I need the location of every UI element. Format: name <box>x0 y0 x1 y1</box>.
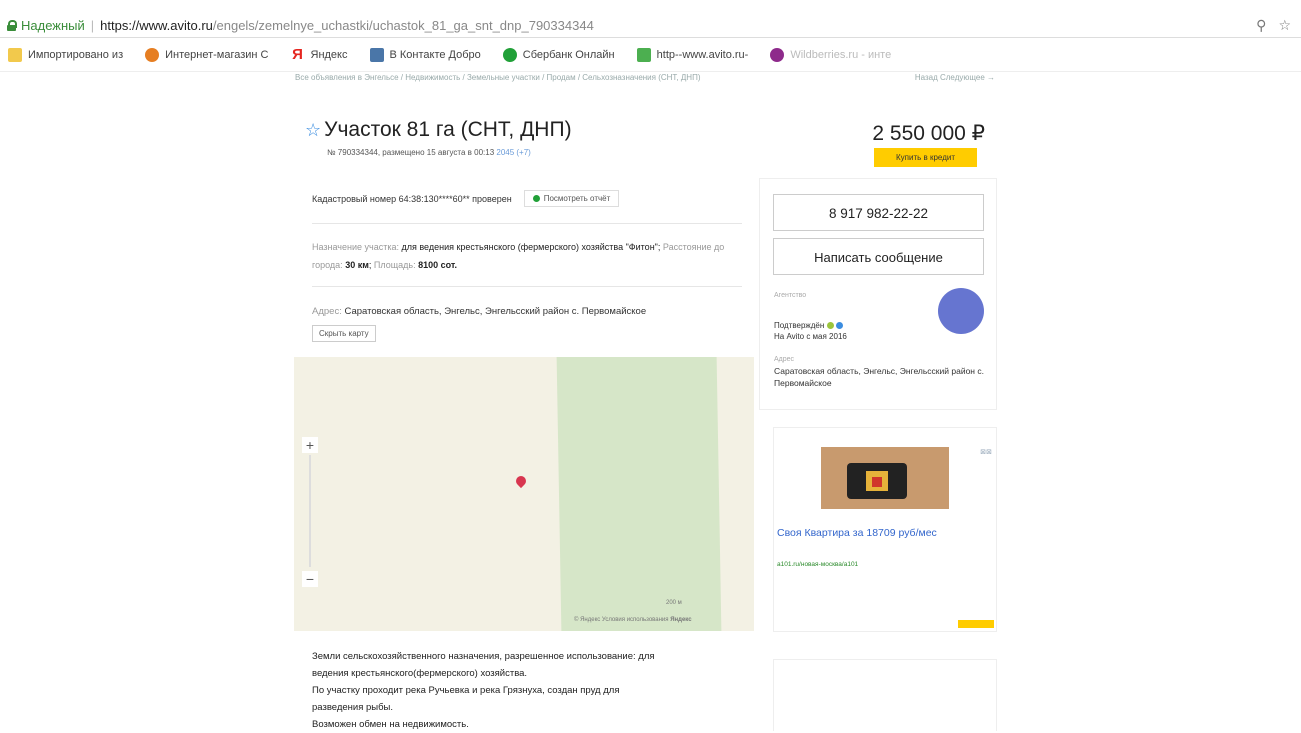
zoom-icon[interactable]: ⚲ <box>1256 17 1266 34</box>
map-zoom-control[interactable]: + − <box>302 437 318 587</box>
cadastral-text: Кадастровый номер 64:38:130****60** пров… <box>312 193 512 204</box>
bookmarks-bar: Импортировано из Интернет-магазин С Я Янд… <box>0 38 1301 72</box>
map-field-area <box>556 357 722 631</box>
hide-map-button[interactable]: Скрыть карту <box>312 325 376 342</box>
bookmark-avito[interactable]: http--www.avito.ru- <box>636 47 748 62</box>
favorite-star-icon[interactable]: ☆ <box>305 120 321 141</box>
yandex-icon: Я <box>292 46 303 63</box>
seller-address-label: Адрес <box>774 356 795 363</box>
bookmark-sberbank[interactable]: Сбербанк Онлайн <box>502 47 615 62</box>
seller-type: Агентство <box>774 292 807 299</box>
ad-badge <box>958 620 994 628</box>
check-icon <box>532 195 540 202</box>
location-pin-icon[interactable] <box>516 476 526 490</box>
avito-icon <box>636 47 651 62</box>
zoom-slider[interactable] <box>309 455 311 567</box>
ad-link[interactable]: a101.ru/новая-москва/a101 <box>777 561 858 568</box>
bookmark-wildberries[interactable]: Wildberries.ru - инте <box>770 47 891 62</box>
sberbank-icon <box>502 47 517 62</box>
ad-image[interactable] <box>821 447 949 509</box>
bookmark-star-icon[interactable]: ☆ <box>1278 17 1291 34</box>
browser-address-bar[interactable]: Надежный | https://www.avito.ru /engels/… <box>0 0 1301 38</box>
wildberries-icon <box>770 47 785 62</box>
phone-verified-icon <box>826 322 834 330</box>
seller-info: Подтверждён На Avito с мая 2016 <box>774 321 847 341</box>
page-title: Участок 81 га (СНТ, ДНП) <box>324 118 572 141</box>
breadcrumb-nav[interactable]: Назад Следующее → <box>915 73 995 82</box>
ad-title[interactable]: Своя Квартира за 18709 руб/мес <box>777 526 987 541</box>
buy-on-credit-button[interactable]: Купить в кредит <box>874 148 977 167</box>
secure-label: Надежный <box>21 17 85 33</box>
divider <box>312 286 742 287</box>
map-footer: © Яндекс Условия использования Яндекс <box>574 617 692 623</box>
zoom-in-button[interactable]: + <box>302 437 318 453</box>
vk-icon <box>369 47 384 62</box>
listing-description: Земли сельскохозяйственного назначения, … <box>312 651 655 730</box>
cadastral-row: Кадастровый номер 64:38:130****60** пров… <box>312 190 620 207</box>
email-verified-icon <box>835 322 843 330</box>
map-scale: 200 м <box>666 600 682 606</box>
view-report-button[interactable]: Посмотреть отчёт <box>523 190 620 207</box>
breadcrumb-path[interactable]: Все объявления в Энгельсе / Недвижимость… <box>295 73 700 82</box>
ie-icon <box>145 47 160 62</box>
seller-panel: 8 917 982-22-22 Написать сообщение Агент… <box>759 178 997 410</box>
divider <box>312 223 742 224</box>
phone-button[interactable]: 8 917 982-22-22 <box>773 194 984 231</box>
folder-icon <box>8 47 22 62</box>
listing-header: ☆ Участок 81 га (СНТ, ДНП) № 790334344, … <box>292 103 997 173</box>
views-count: 2045 (+7) <box>496 148 531 157</box>
bookmark-imported[interactable]: Импортировано из <box>8 47 123 62</box>
listing-meta: № 790334344, размещено 15 августа в 00:1… <box>327 148 531 157</box>
ad-close-icon[interactable]: ⊠⊠ <box>980 448 992 456</box>
price: 2 550 000 ₽ <box>872 122 985 145</box>
bookmark-yandex[interactable]: Я Яндекс <box>291 46 347 63</box>
listing-params: Назначение участка: для ведения крестьян… <box>312 242 725 270</box>
house-icon <box>866 471 888 491</box>
lock-icon <box>6 19 17 31</box>
bookmark-vk[interactable]: В Контакте Добро <box>369 47 481 62</box>
url-host[interactable]: https://www.avito.ru <box>100 18 213 33</box>
write-message-button[interactable]: Написать сообщение <box>773 238 984 275</box>
map[interactable]: + − 200 м © Яндекс Условия использования… <box>294 357 754 631</box>
bookmark-store[interactable]: Интернет-магазин С <box>145 47 269 62</box>
seller-address: Саратовская область, Энгельс, Энгельсски… <box>774 366 984 388</box>
ad-banner[interactable]: ⊠⊠ Своя Квартира за 18709 руб/мес a101.r… <box>773 427 997 632</box>
zoom-out-button[interactable]: − <box>302 571 318 587</box>
ad-placeholder <box>773 659 997 731</box>
url-path[interactable]: /engels/zemelnye_uchastki/uchastok_81_ga… <box>213 18 594 33</box>
breadcrumb: Все объявления в Энгельсе / Недвижимость… <box>295 73 995 82</box>
separator: | <box>90 17 95 33</box>
avatar[interactable] <box>938 288 984 334</box>
address: Адрес: Саратовская область, Энгельс, Энг… <box>312 306 647 317</box>
